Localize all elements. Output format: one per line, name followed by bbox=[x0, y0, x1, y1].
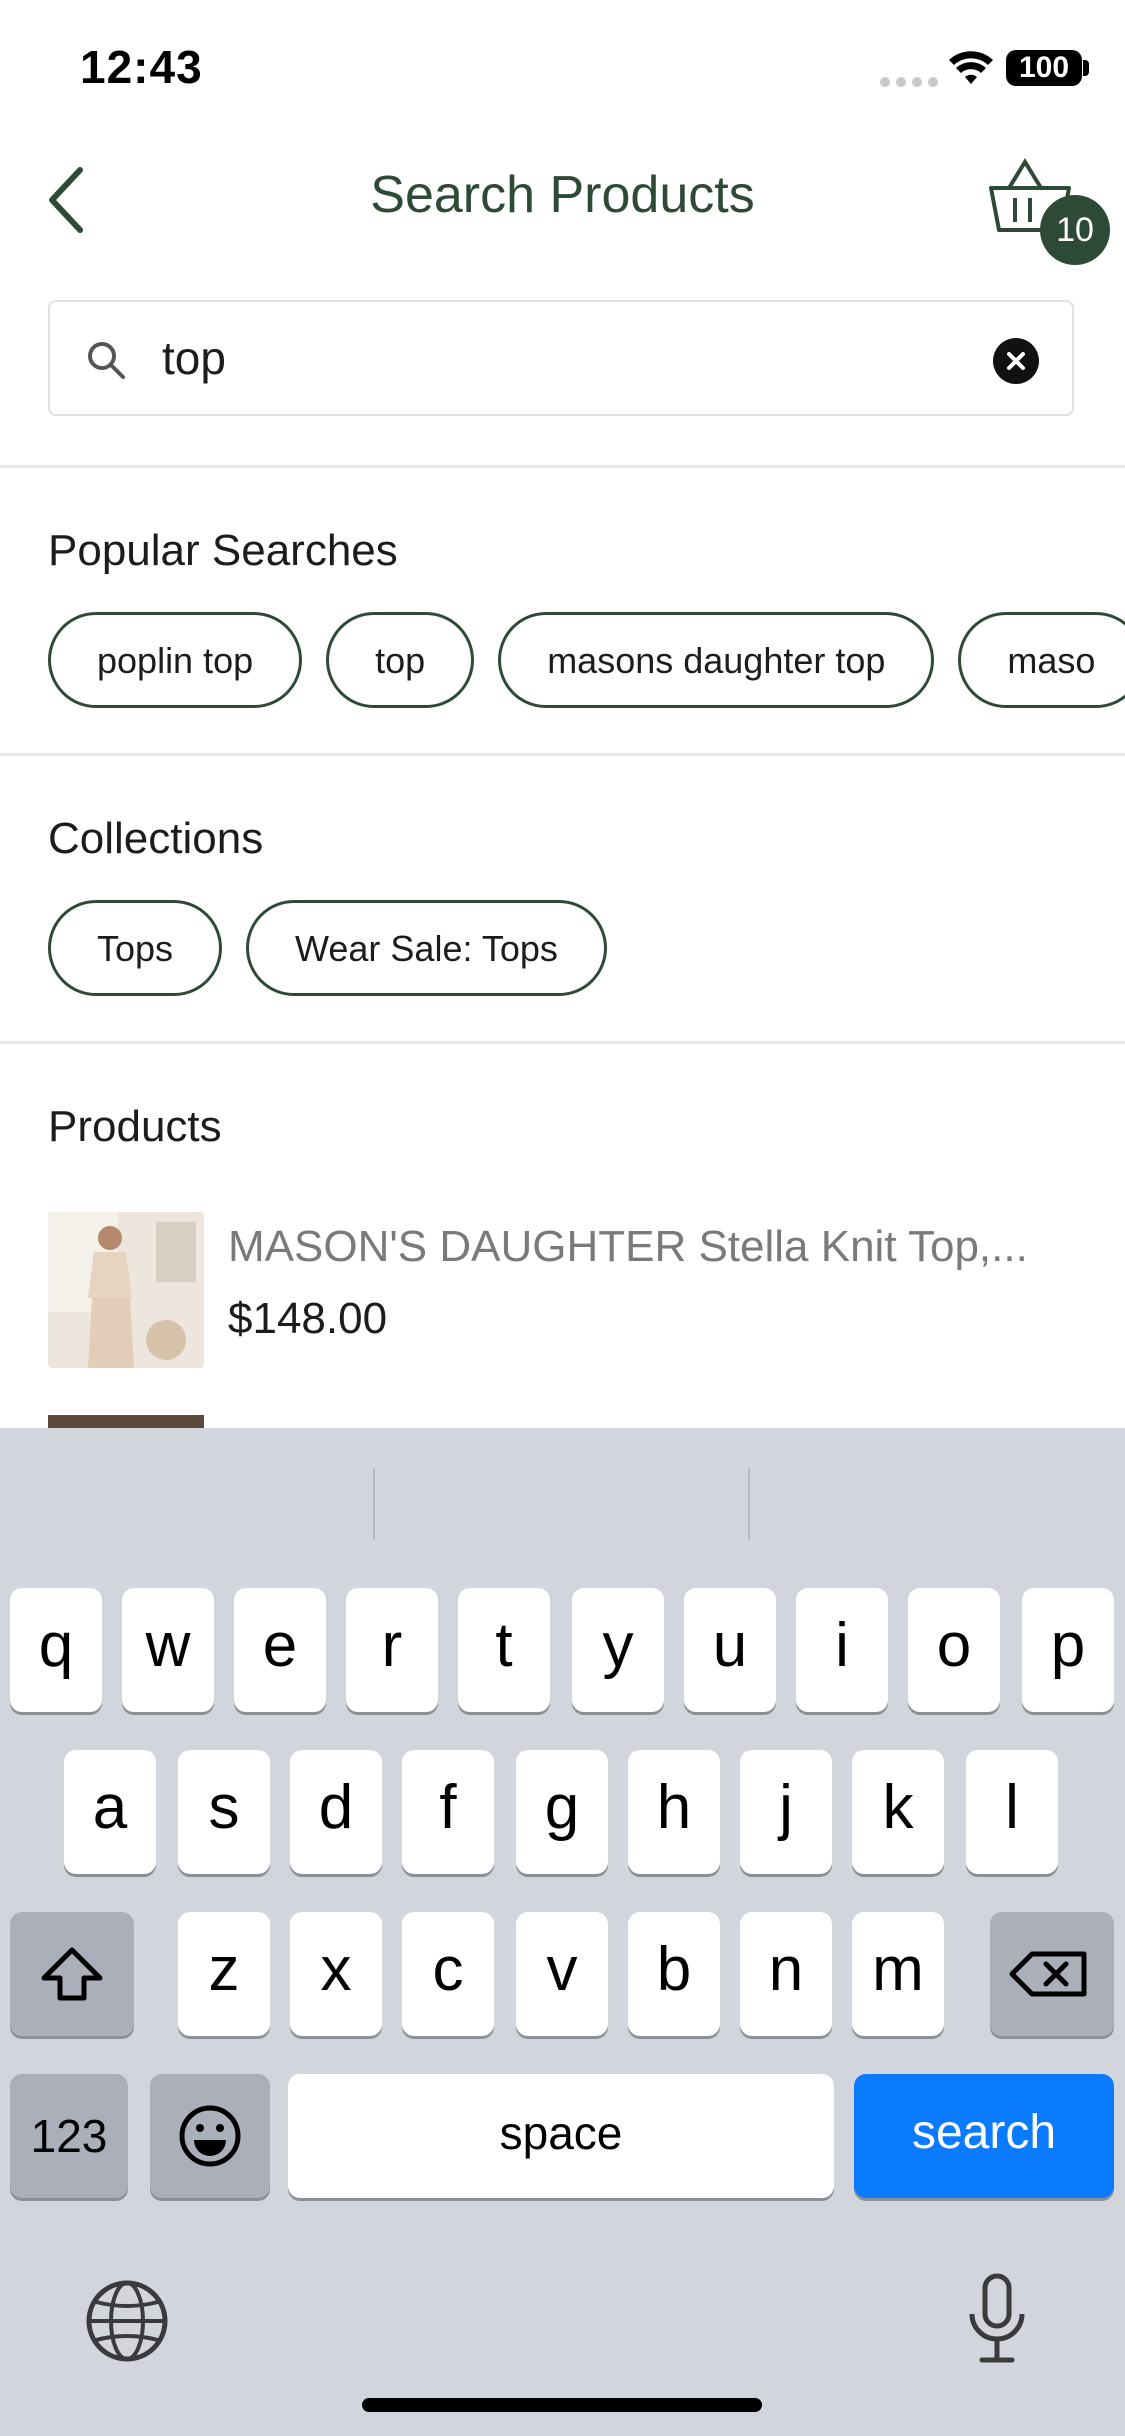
suggestion-separator bbox=[373, 1468, 375, 1540]
space-key[interactable]: space bbox=[288, 2074, 834, 2198]
key-d[interactable]: d bbox=[290, 1750, 382, 1874]
key-f[interactable]: f bbox=[402, 1750, 494, 1874]
wifi-icon bbox=[948, 50, 994, 91]
suggestion-separator bbox=[748, 1468, 750, 1540]
cellular-signal-icon bbox=[880, 74, 944, 92]
emoji-icon bbox=[179, 2105, 241, 2167]
search-key[interactable]: search bbox=[854, 2074, 1114, 2198]
divider bbox=[0, 1041, 1125, 1044]
popular-search-chip[interactable]: poplin top bbox=[48, 612, 303, 708]
page-title: Search Products bbox=[370, 166, 755, 224]
popular-search-chip[interactable]: masons daughter top bbox=[498, 612, 935, 708]
search-input-value[interactable]: top bbox=[162, 331, 226, 385]
key-v[interactable]: v bbox=[516, 1912, 608, 2036]
key-z[interactable]: z bbox=[178, 1912, 270, 2036]
key-n[interactable]: n bbox=[740, 1912, 832, 2036]
search-icon bbox=[86, 340, 126, 380]
key-u[interactable]: u bbox=[684, 1588, 776, 1712]
key-r[interactable]: r bbox=[346, 1588, 438, 1712]
emoji-key[interactable] bbox=[150, 2074, 270, 2198]
key-y[interactable]: y bbox=[572, 1588, 664, 1712]
product-thumbnail[interactable] bbox=[48, 1415, 204, 1429]
cart-count-badge: 10 bbox=[1040, 195, 1110, 265]
popular-search-chip[interactable]: maso bbox=[958, 612, 1125, 708]
key-p[interactable]: p bbox=[1022, 1588, 1114, 1712]
key-w[interactable]: w bbox=[122, 1588, 214, 1712]
collections-title: Collections bbox=[48, 814, 264, 863]
key-j[interactable]: j bbox=[740, 1750, 832, 1874]
close-icon bbox=[1007, 352, 1025, 370]
key-t[interactable]: t bbox=[458, 1588, 550, 1712]
product-price: $148.00 bbox=[228, 1294, 388, 1343]
key-m[interactable]: m bbox=[852, 1912, 944, 2036]
popular-search-chip[interactable]: top bbox=[326, 612, 475, 708]
key-o[interactable]: o bbox=[908, 1588, 1000, 1712]
collection-chip[interactable]: Tops bbox=[48, 900, 223, 996]
backspace-icon bbox=[1009, 1951, 1087, 1997]
numbers-key[interactable]: 123 bbox=[10, 2074, 128, 2198]
key-i[interactable]: i bbox=[796, 1588, 888, 1712]
popular-search-chips: poplin top top masons daughter top maso bbox=[48, 612, 1125, 708]
home-indicator[interactable] bbox=[362, 2398, 762, 2412]
key-l[interactable]: l bbox=[966, 1750, 1058, 1874]
products-title: Products bbox=[48, 1102, 222, 1151]
key-a[interactable]: a bbox=[64, 1750, 156, 1874]
divider bbox=[0, 753, 1125, 756]
globe-key[interactable] bbox=[82, 2276, 172, 2366]
shift-icon bbox=[41, 1947, 103, 2001]
status-time: 12:43 bbox=[80, 41, 203, 93]
key-x[interactable]: x bbox=[290, 1912, 382, 2036]
popular-searches-title: Popular Searches bbox=[48, 526, 398, 575]
key-c[interactable]: c bbox=[402, 1912, 494, 2036]
battery-cap bbox=[1083, 60, 1089, 76]
globe-icon bbox=[86, 2280, 168, 2362]
battery-indicator: 100 bbox=[1006, 50, 1082, 86]
clear-search-button[interactable] bbox=[993, 338, 1039, 384]
product-name[interactable]: MASON'S DAUGHTER Stella Knit Top,... bbox=[228, 1222, 1028, 1272]
collection-chip[interactable]: Wear Sale: Tops bbox=[246, 900, 607, 996]
divider bbox=[0, 465, 1125, 468]
key-b[interactable]: b bbox=[628, 1912, 720, 2036]
key-g[interactable]: g bbox=[516, 1750, 608, 1874]
delete-key[interactable] bbox=[990, 1912, 1114, 2036]
dictation-key[interactable] bbox=[962, 2270, 1032, 2370]
key-q[interactable]: q bbox=[10, 1588, 102, 1712]
product-thumbnail[interactable] bbox=[48, 1212, 204, 1368]
key-h[interactable]: h bbox=[628, 1750, 720, 1874]
key-k[interactable]: k bbox=[852, 1750, 944, 1874]
key-s[interactable]: s bbox=[178, 1750, 270, 1874]
collection-chips: Tops Wear Sale: Tops bbox=[48, 900, 631, 996]
shift-key[interactable] bbox=[10, 1912, 134, 2036]
microphone-icon bbox=[969, 2273, 1025, 2363]
key-e[interactable]: e bbox=[234, 1588, 326, 1712]
